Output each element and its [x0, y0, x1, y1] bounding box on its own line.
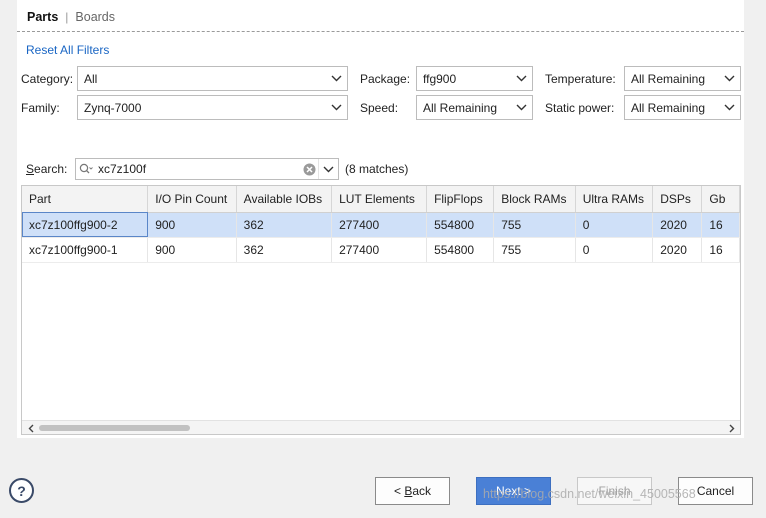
- family-value: Zynq-7000: [84, 100, 142, 115]
- search-icon: [76, 163, 96, 175]
- back-label: ack: [412, 484, 432, 498]
- parts-table: Part I/O Pin Count Available IOBs LUT El…: [21, 185, 741, 435]
- tab-parts[interactable]: Parts: [27, 10, 58, 24]
- scroll-left-icon[interactable]: [24, 421, 38, 434]
- chevron-down-icon: [510, 96, 532, 119]
- table-cell: 277400: [331, 212, 428, 238]
- package-dropdown[interactable]: ffg900: [416, 66, 533, 91]
- category-label: Category:: [21, 72, 74, 86]
- speed-value: All Remaining: [423, 100, 498, 115]
- scroll-right-icon[interactable]: [725, 421, 739, 434]
- table-cell: 554800: [426, 212, 495, 238]
- chevron-down-icon: [510, 67, 532, 90]
- cancel-button[interactable]: Cancel: [678, 477, 753, 505]
- table-cell: 900: [147, 212, 237, 238]
- static-power-dropdown[interactable]: All Remaining: [624, 95, 741, 120]
- chevron-down-icon: [323, 166, 334, 172]
- column-header-block-rams[interactable]: Block RAMs: [493, 186, 576, 213]
- table-cell: 755: [493, 237, 576, 263]
- table-row[interactable]: xc7z100ffg900-2 900 362 277400 554800 75…: [22, 212, 740, 238]
- search-label-mnemonic: S: [26, 162, 35, 176]
- table-cell: 0: [575, 212, 654, 238]
- table-cell: 900: [147, 237, 237, 263]
- speed-label: Speed:: [360, 101, 399, 115]
- package-label: Package:: [360, 72, 411, 86]
- search-label: Search:: [26, 162, 67, 176]
- table-cell: 755: [493, 212, 576, 238]
- chevron-down-icon: [325, 96, 347, 119]
- tab-separator: |: [65, 10, 69, 24]
- parts-grid: Part I/O Pin Count Available IOBs LUT El…: [22, 186, 740, 263]
- table-cell: 362: [236, 237, 333, 263]
- chevron-down-icon: [718, 96, 740, 119]
- column-header-dsps[interactable]: DSPs: [652, 186, 703, 213]
- tab-bar: Parts | Boards: [27, 9, 115, 25]
- table-cell: 2020: [652, 212, 703, 238]
- chevron-down-icon: [325, 67, 347, 90]
- search-field[interactable]: [75, 158, 339, 180]
- family-dropdown[interactable]: Zynq-7000: [77, 95, 348, 120]
- parts-selection-panel: Parts | Boards Reset All Filters Categor…: [17, 0, 744, 438]
- package-value: ffg900: [423, 71, 457, 86]
- column-header-io-pin-count[interactable]: I/O Pin Count: [147, 186, 237, 213]
- search-history-dropdown[interactable]: [318, 159, 338, 179]
- table-cell: 0: [575, 237, 654, 263]
- table-cell: 277400: [331, 237, 428, 263]
- search-input[interactable]: [96, 160, 300, 178]
- table-cell: 16: [701, 237, 740, 263]
- static-power-label: Static power:: [545, 101, 615, 115]
- temperature-label: Temperature:: [545, 72, 616, 86]
- speed-dropdown[interactable]: All Remaining: [416, 95, 533, 120]
- table-header-row: Part I/O Pin Count Available IOBs LUT El…: [22, 186, 740, 213]
- dashed-divider: [17, 31, 744, 32]
- temperature-value: All Remaining: [631, 71, 706, 86]
- table-cell: 362: [236, 212, 333, 238]
- column-header-gb[interactable]: Gb: [701, 186, 740, 213]
- table-row[interactable]: xc7z100ffg900-1 900 362 277400 554800 75…: [22, 237, 740, 263]
- finish-button[interactable]: Finish: [577, 477, 652, 505]
- help-button[interactable]: ?: [9, 478, 34, 503]
- temperature-dropdown[interactable]: All Remaining: [624, 66, 741, 91]
- category-dropdown[interactable]: All: [77, 66, 348, 91]
- table-cell: 16: [701, 212, 740, 238]
- table-cell: xc7z100ffg900-2: [22, 212, 149, 238]
- horizontal-scrollbar[interactable]: [22, 420, 740, 434]
- tab-boards[interactable]: Boards: [75, 10, 115, 24]
- match-count: (8 matches): [345, 162, 409, 176]
- clear-icon[interactable]: [300, 163, 318, 176]
- column-header-lut-elements[interactable]: LUT Elements: [331, 186, 428, 213]
- category-value: All: [84, 71, 98, 86]
- search-label-rest: earch:: [34, 162, 68, 176]
- scrollbar-thumb[interactable]: [39, 425, 190, 431]
- table-cell: 554800: [426, 237, 495, 263]
- table-cell: xc7z100ffg900-1: [22, 237, 149, 263]
- table-cell: 2020: [652, 237, 703, 263]
- column-header-available-iobs[interactable]: Available IOBs: [236, 186, 333, 213]
- static-power-value: All Remaining: [631, 100, 706, 115]
- column-header-part[interactable]: Part: [22, 186, 149, 213]
- column-header-flipflops[interactable]: FlipFlops: [426, 186, 495, 213]
- next-button[interactable]: Next >: [476, 477, 551, 505]
- reset-all-filters-link[interactable]: Reset All Filters: [26, 43, 109, 57]
- chevron-down-icon: [718, 67, 740, 90]
- back-mnemonic: B: [404, 484, 413, 498]
- column-header-ultra-rams[interactable]: Ultra RAMs: [575, 186, 654, 213]
- family-label: Family:: [21, 101, 60, 115]
- back-button[interactable]: < Back: [375, 477, 450, 505]
- back-prefix: <: [393, 484, 405, 498]
